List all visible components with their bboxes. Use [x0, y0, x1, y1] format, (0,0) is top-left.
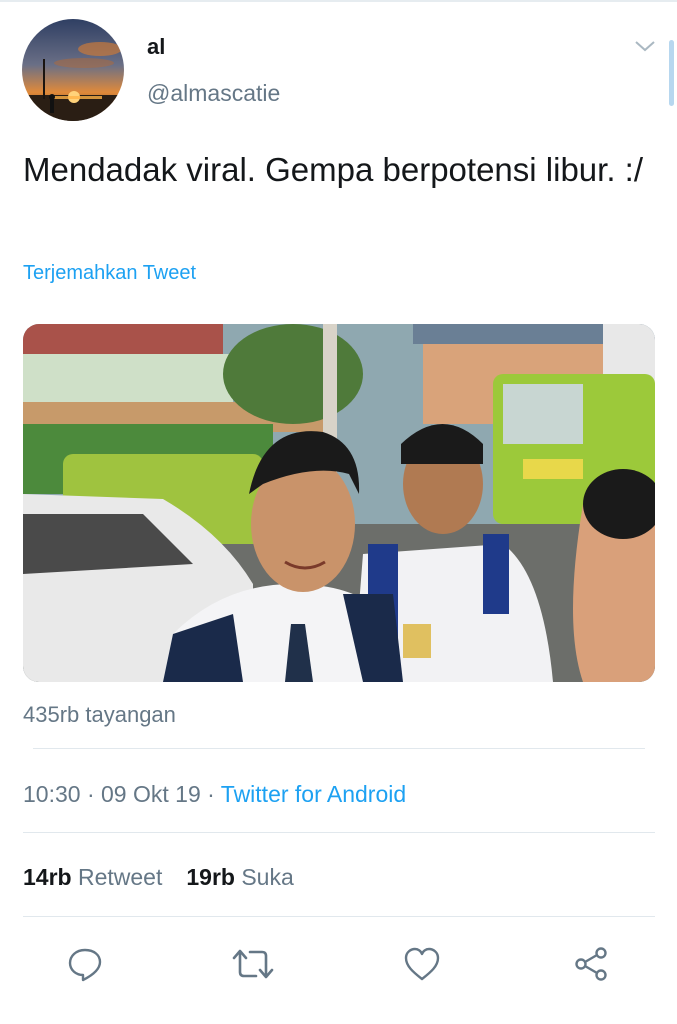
divider [33, 748, 645, 749]
view-count: 435rb tayangan [23, 702, 176, 727]
engagement-stats: 14rb Retweet 19rb Suka [23, 864, 294, 891]
reply-icon[interactable] [63, 942, 107, 986]
divider [23, 832, 655, 833]
translate-tweet-link[interactable]: Terjemahkan Tweet [23, 262, 196, 285]
author-handle[interactable]: @almascatie [147, 80, 280, 107]
like-count: 19rb [186, 864, 235, 890]
tweet-source-link[interactable]: Twitter for Android [221, 781, 406, 807]
author-name[interactable]: al [147, 34, 165, 60]
retweet-label: Retweet [77, 864, 163, 890]
tweet-video[interactable] [23, 324, 655, 682]
like-stat[interactable]: 19rb Suka [186, 864, 293, 890]
tweet-text: Mendadak viral. Gempa berpotensi libur. … [23, 151, 643, 188]
heart-icon[interactable] [400, 942, 444, 986]
divider [23, 916, 655, 917]
retweet-count: 14rb [23, 864, 72, 890]
separator: · [207, 781, 215, 807]
scroll-indicator[interactable] [669, 40, 674, 106]
avatar[interactable] [22, 19, 124, 121]
tweet-meta: 10:30 · 09 Okt 19 · Twitter for Android [23, 781, 406, 808]
tweet-date: 09 Okt 19 [101, 781, 201, 807]
retweet-icon[interactable] [231, 942, 275, 986]
chevron-down-icon[interactable] [634, 38, 656, 54]
tweet-time: 10:30 [23, 781, 81, 807]
share-icon[interactable] [569, 942, 613, 986]
separator: · [86, 781, 95, 807]
retweet-stat[interactable]: 14rb Retweet [23, 864, 162, 890]
like-label: Suka [241, 864, 294, 890]
top-divider [0, 0, 677, 2]
